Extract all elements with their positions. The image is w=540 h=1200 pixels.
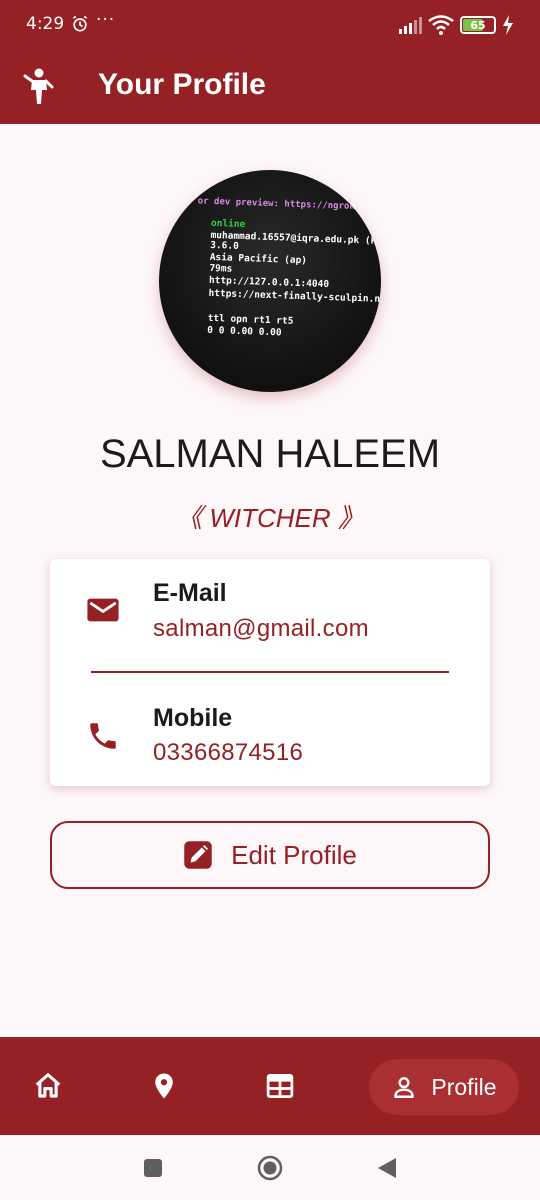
battery-icon: 65 <box>460 16 496 34</box>
status-time: 4:29 <box>26 14 65 34</box>
card-divider <box>91 671 449 673</box>
avatar-image: or dev preview: https://ngrok.comonlinem… <box>198 195 381 339</box>
avatar-terminal-line: or dev preview: https://ngrok.com <box>198 195 378 212</box>
back-icon[interactable] <box>374 1155 400 1181</box>
calendar-icon <box>266 1074 294 1098</box>
person-icon[interactable] <box>22 68 56 106</box>
status-more-icon: ··· <box>96 10 116 30</box>
status-bar: 4:29 ··· 65 <box>0 0 540 52</box>
mail-icon <box>87 598 119 622</box>
location-pin-icon <box>155 1073 173 1099</box>
avatar-terminal-line: 79ms <box>209 263 232 275</box>
contact-card: E-Mail salman@gmail.com Mobile 033668745… <box>50 559 490 786</box>
avatar-terminal-line: 3.6.0 <box>210 240 239 252</box>
avatar-terminal-line: online <box>211 218 246 230</box>
wifi-icon <box>428 15 454 35</box>
home-circle-icon[interactable] <box>257 1155 283 1181</box>
mobile-label: Mobile <box>153 704 233 732</box>
nav-calendar[interactable] <box>250 1037 310 1135</box>
nav-location[interactable] <box>134 1037 194 1135</box>
profile-role: 《 WITCHER 》 <box>176 503 364 533</box>
home-icon <box>35 1073 61 1098</box>
edit-profile-button[interactable]: Edit Profile <box>50 821 490 889</box>
signal-icon <box>399 17 422 34</box>
bottom-nav: Profile <box>0 1037 540 1135</box>
email-label: E-Mail <box>153 579 227 607</box>
edit-icon <box>184 841 212 869</box>
profile-name: SALMAN HALEEM <box>99 432 441 476</box>
status-indicators: 65 <box>398 14 514 36</box>
edit-profile-label: Edit Profile <box>231 839 357 870</box>
avatar-terminal-line: 0 0 0.00 0.00 <box>207 325 282 339</box>
battery-level: 65 <box>470 18 486 32</box>
recents-icon[interactable] <box>140 1155 166 1181</box>
page-title: Your Profile <box>98 68 266 101</box>
avatar-terminal-line: https://next-finally-sculpin.ngro <box>208 288 381 306</box>
alarm-icon <box>72 15 88 32</box>
nav-profile-label: Profile <box>431 1073 497 1100</box>
person-icon <box>394 1077 415 1098</box>
app-bar: Your Profile <box>0 52 540 124</box>
phone-icon <box>90 723 116 749</box>
charging-icon <box>503 15 513 35</box>
mobile-value: 03366874516 <box>153 739 304 766</box>
email-value: salman@gmail.com <box>153 615 369 642</box>
system-nav <box>0 1135 540 1200</box>
nav-profile[interactable]: Profile <box>369 1059 519 1115</box>
avatar: or dev preview: https://ngrok.com online m… <box>159 170 381 392</box>
nav-home[interactable] <box>18 1037 78 1135</box>
